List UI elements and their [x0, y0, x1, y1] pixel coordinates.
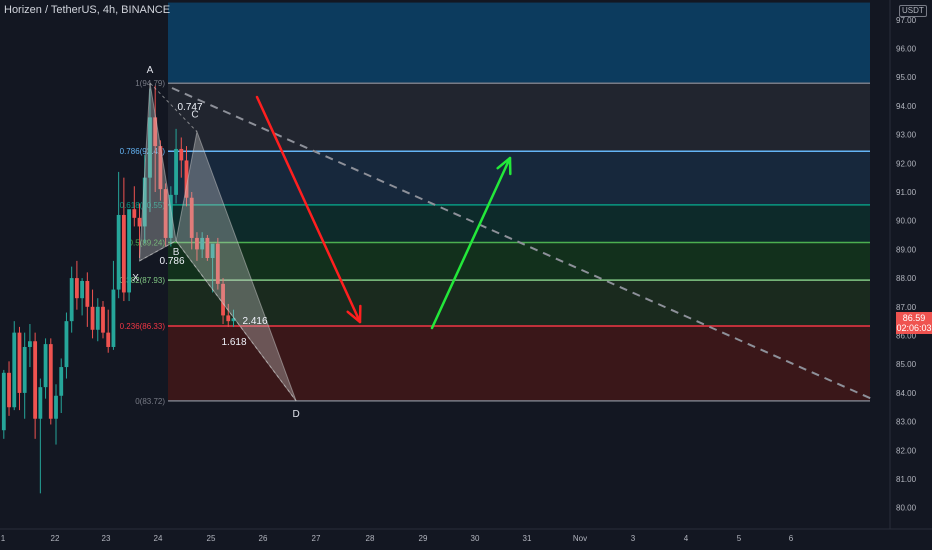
pattern-ratio-label: 0.747: [177, 102, 202, 113]
time-tick-label: 23: [102, 534, 111, 543]
candle-body[interactable]: [54, 395, 58, 419]
time-tick-label: 26: [259, 534, 268, 543]
time-tick-label: 3: [631, 534, 636, 543]
fib-zone-0: [168, 2, 870, 84]
candle-body[interactable]: [179, 148, 184, 161]
price-tick-label: 87.00: [896, 303, 917, 312]
currency-badge[interactable]: USDT: [899, 5, 927, 17]
price-tick-label: 90.00: [896, 217, 917, 226]
pattern-point-a: A: [147, 65, 154, 76]
candle-body[interactable]: [12, 332, 17, 408]
candle-body[interactable]: [106, 332, 111, 347]
candle-body[interactable]: [80, 280, 85, 299]
pattern-ratio-label: 0.786: [159, 256, 184, 267]
time-tick-label: 22: [51, 534, 60, 543]
price-tick-label: 95.00: [896, 73, 917, 82]
candle-body[interactable]: [111, 289, 116, 347]
time-tick-label: 4: [684, 534, 689, 543]
price-tick-label: 89.00: [896, 245, 917, 254]
price-tick-label: 97.00: [896, 16, 917, 25]
candle-body[interactable]: [17, 332, 22, 393]
bar-countdown: 02:06:03: [896, 323, 932, 333]
time-tick-label: 5: [737, 534, 742, 543]
candle-body[interactable]: [95, 306, 100, 330]
candle-body[interactable]: [90, 306, 95, 330]
price-tick-label: 85.00: [896, 360, 917, 369]
price-tick-label: 80.00: [896, 504, 917, 513]
candle-body[interactable]: [48, 344, 53, 419]
candle-body[interactable]: [7, 372, 11, 408]
price-tick-label: 82.00: [896, 446, 917, 455]
candle-body[interactable]: [226, 315, 231, 322]
price-tick-label: 91.00: [896, 188, 917, 197]
candle-body[interactable]: [33, 341, 38, 419]
fib-level-label-5: 0.236(86.33): [120, 322, 166, 331]
last-price: 86.59: [902, 313, 926, 323]
candle-body[interactable]: [43, 344, 48, 388]
candle-body[interactable]: [38, 387, 43, 419]
pattern-point-d: D: [293, 409, 300, 420]
pattern-ratio-label: 1.618: [221, 337, 246, 348]
pattern-point-x: X: [132, 273, 139, 284]
time-tick-label: 31: [523, 534, 532, 543]
time-tick-label: 27: [312, 534, 321, 543]
time-tick-label: 29: [419, 534, 428, 543]
price-tick-label: 92.00: [896, 159, 917, 168]
price-tick-label: 83.00: [896, 418, 917, 427]
candle-body[interactable]: [69, 278, 74, 322]
price-tick-label: 81.00: [896, 475, 917, 484]
candle-body[interactable]: [85, 280, 90, 307]
fib-zone-2: [168, 151, 870, 205]
candle-body[interactable]: [22, 346, 27, 393]
candle-body[interactable]: [59, 367, 64, 396]
candle-body[interactable]: [101, 306, 105, 333]
candle-body[interactable]: [28, 341, 32, 347]
time-tick-label: 28: [366, 534, 375, 543]
chart-canvas[interactable]: 1(94.79)0.786(92.42)0.618(90.55)0.5(89.2…: [0, 0, 932, 550]
candle-body[interactable]: [116, 214, 121, 290]
price-tick-label: 96.00: [896, 45, 917, 54]
fib-zone-1: [168, 83, 870, 152]
fib-zone-3: [168, 204, 870, 243]
pattern-ratio-label: 2.416: [242, 316, 267, 327]
price-tick-label: 94.00: [896, 102, 917, 111]
candle-body[interactable]: [127, 209, 131, 293]
candle-body[interactable]: [1, 372, 6, 431]
candle-body[interactable]: [64, 321, 69, 368]
time-tick-label: Nov: [573, 534, 587, 543]
fib-zone-4: [168, 242, 870, 281]
time-tick-label: 25: [207, 534, 216, 543]
price-tick-label: 88.00: [896, 274, 917, 283]
price-tick-label: 93.00: [896, 131, 917, 140]
candle-body[interactable]: [137, 217, 142, 227]
time-tick-label: 30: [471, 534, 480, 543]
symbol-title[interactable]: Horizen / TetherUS, 4h, BINANCE: [4, 4, 170, 16]
candle-body[interactable]: [132, 209, 137, 218]
last-price-tag: 86.59 02:06:03: [896, 312, 932, 334]
candle-body[interactable]: [74, 278, 79, 299]
fib-zone-5: [168, 280, 870, 327]
fib-level-label-6: 0(83.72): [135, 397, 165, 406]
time-tick-label: 24: [154, 534, 163, 543]
candle-body[interactable]: [174, 148, 178, 195]
time-tick-label: 6: [789, 534, 794, 543]
candle-body[interactable]: [121, 214, 126, 293]
price-tick-label: 84.00: [896, 389, 917, 398]
fib-level-label-4: 0.382(87.93): [120, 276, 166, 285]
time-tick-label: 1: [1, 534, 6, 543]
